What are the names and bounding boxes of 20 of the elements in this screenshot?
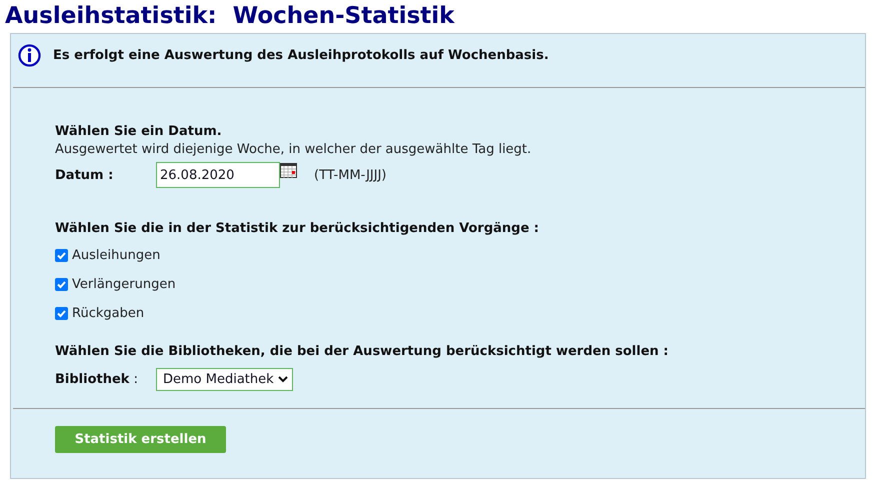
- info-icon: [18, 44, 41, 66]
- info-message: Es erfolgt eine Auswertung des Ausleihprotokolls auf Wochenbasis.: [53, 48, 549, 62]
- date-field[interactable]: 26.08.2020: [156, 162, 280, 188]
- section-heading: Wählen Sie die Bibliotheken, die bei der Auswertung berücksichtigt werden sollen :: [55, 344, 670, 359]
- section-heading: Wählen Sie ein Datum.: [55, 124, 223, 139]
- calendar-icon[interactable]: [280, 163, 297, 178]
- chevron-icon: [278, 376, 288, 383]
- format-hint: (TT-MM-JJJJ): [314, 168, 386, 182]
- page-title: Ausleihstatistik: Wochen-Statistik: [4, 2, 456, 30]
- checkbox-label: Ausleihungen: [72, 248, 160, 263]
- checkbox[interactable]: [55, 249, 68, 262]
- checkbox-label: Verlängerungen: [72, 277, 176, 292]
- checkbox-label: Rückgaben: [72, 306, 144, 321]
- checkbox[interactable]: [55, 278, 68, 291]
- checkbox[interactable]: [55, 307, 68, 320]
- field-label: Bibliothek :: [55, 372, 139, 387]
- section-heading: Wählen Sie die in der Statistik zur berücksichtigenden Vorgänge :: [55, 221, 540, 236]
- field-label: Datum :: [55, 168, 114, 182]
- library-dropdown[interactable]: Demo Mediathek: [156, 368, 293, 391]
- hint-text: Ausgewertet wird diejenige Woche, in welcher der ausgewählte Tag liegt.: [55, 142, 532, 157]
